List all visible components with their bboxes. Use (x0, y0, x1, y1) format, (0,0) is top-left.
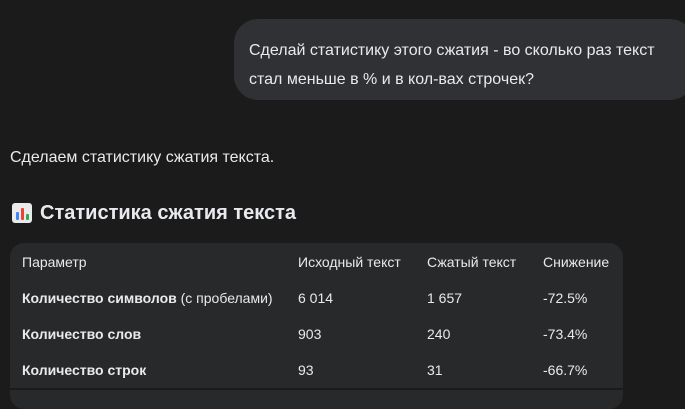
row-original: 903 (298, 326, 322, 342)
stats-table: Параметр Исходный текст Сжатый текст Сни… (10, 243, 623, 409)
row-parameter: Количество символов (с пробелами) (22, 280, 273, 316)
header-parameter: Параметр (22, 254, 87, 270)
row-compressed: 1 657 (427, 290, 463, 306)
response-intro: Сделаем статистику сжатия текста. (10, 149, 275, 166)
user-message-line-1: Сделай статистику этого сжатия - во скол… (249, 42, 655, 59)
heading-title: Статистика сжатия текста (40, 202, 297, 224)
row-reduction: -73.4% (543, 326, 588, 342)
table-row: Количество строк 93 31 -66.7% (10, 352, 623, 388)
row-parameter-name: Количество строк (22, 362, 147, 378)
row-parameter-note: (с пробелами) (176, 290, 273, 306)
row-original: 6 014 (298, 290, 334, 306)
header-original: Исходный текст (298, 254, 401, 270)
row-reduction: -66.7% (543, 362, 588, 378)
response-heading: Статистика сжатия текста (12, 201, 296, 225)
bar-chart-icon (12, 203, 32, 223)
user-message-line-2: стал меньше в % и в кол-вах строчек? (249, 71, 534, 88)
table-row: Количество слов 903 240 -73.4% (10, 316, 623, 352)
table-divider (10, 388, 623, 390)
header-compressed: Сжатый текст (427, 254, 517, 270)
chat-page: Сделай статистику этого сжатия - во скол… (0, 0, 685, 409)
table-row: Количество символов (с пробелами) 6 014 … (10, 280, 623, 316)
header-reduction: Снижение (543, 254, 610, 270)
row-parameter-name: Количество символов (22, 290, 177, 306)
row-compressed: 240 (427, 326, 451, 342)
row-parameter: Количество слов (22, 316, 141, 352)
row-compressed: 31 (427, 362, 443, 378)
row-parameter: Количество строк (22, 352, 146, 388)
row-parameter-name: Количество слов (22, 326, 142, 342)
table-header-row: Параметр Исходный текст Сжатый текст Сни… (10, 244, 623, 280)
row-reduction: -72.5% (543, 290, 588, 306)
row-original: 93 (298, 362, 314, 378)
user-message-bubble: Сделай статистику этого сжатия - во скол… (234, 19, 685, 100)
